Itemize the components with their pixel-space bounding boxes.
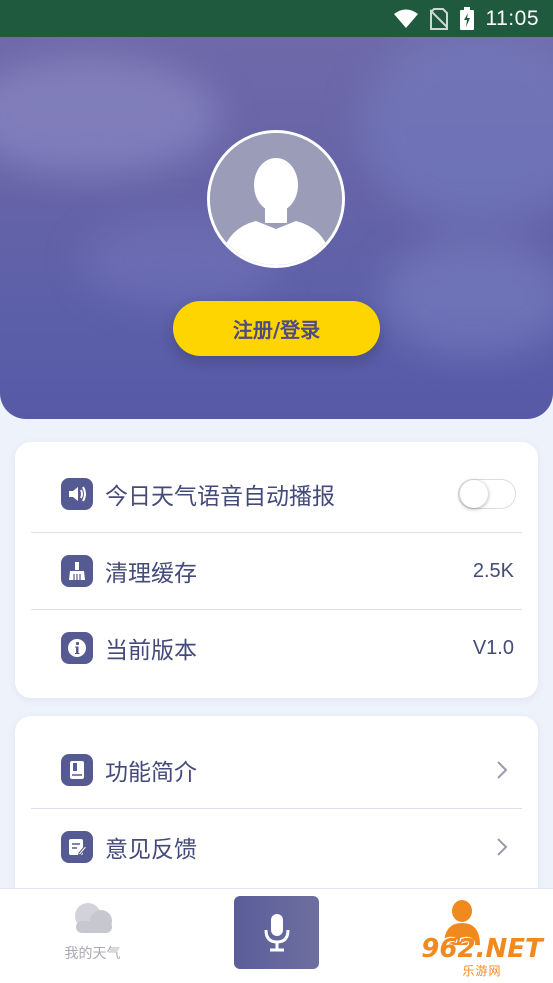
- watermark-top: 962.NET: [421, 933, 543, 964]
- wifi-icon: [393, 9, 418, 29]
- status-bar: 11:05: [0, 0, 553, 37]
- voice-broadcast-toggle[interactable]: [458, 479, 516, 509]
- speaker-icon: [61, 478, 93, 510]
- version-row[interactable]: 当前版本 V1.0: [31, 610, 522, 686]
- toggle-knob: [460, 480, 488, 508]
- chevron-right-icon: [496, 760, 508, 780]
- version-label: 当前版本: [105, 638, 197, 664]
- no-sim-icon: [429, 7, 448, 30]
- voice-button[interactable]: [234, 896, 319, 969]
- info-icon: [61, 632, 93, 664]
- chevron-right-icon: [496, 837, 508, 857]
- avatar[interactable]: [207, 130, 345, 268]
- watermark-bottom: 乐游网: [462, 963, 502, 978]
- clear-cache-row[interactable]: 清理缓存 2.5K: [31, 533, 522, 609]
- settings-card: 今日天气语音自动播报 清理缓存 2.5K 当前版本 V1.0: [15, 442, 538, 698]
- nav-my-weather-label: 我的天气: [64, 946, 121, 962]
- login-button[interactable]: 注册/登录: [173, 301, 380, 356]
- voice-broadcast-row[interactable]: 今日天气语音自动播报: [31, 456, 522, 532]
- feedback-row[interactable]: 意见反馈: [31, 809, 522, 885]
- more-card: 功能简介 意见反馈: [15, 716, 538, 906]
- cache-size: 2.5K: [472, 559, 514, 582]
- battery-charging-icon: [459, 7, 474, 30]
- profile-header: 注册/登录: [0, 37, 553, 419]
- version-value: V1.0: [472, 636, 514, 659]
- clear-cache-label: 清理缓存: [105, 561, 197, 587]
- intro-row[interactable]: 功能简介: [31, 732, 522, 808]
- microphone-icon: [264, 913, 289, 951]
- status-time: 11:05: [485, 6, 539, 30]
- user-silhouette-icon: [210, 133, 342, 265]
- cloud-icon: [74, 903, 112, 933]
- broom-icon: [61, 555, 93, 587]
- watermark-logo: 962.NET 乐游网: [414, 935, 550, 979]
- intro-label: 功能简介: [105, 760, 197, 786]
- edit-note-icon: [61, 831, 93, 863]
- book-icon: [61, 754, 93, 786]
- voice-broadcast-label: 今日天气语音自动播报: [105, 484, 335, 510]
- feedback-label: 意见反馈: [105, 837, 197, 863]
- nav-my-weather[interactable]: 我的天气: [55, 899, 130, 963]
